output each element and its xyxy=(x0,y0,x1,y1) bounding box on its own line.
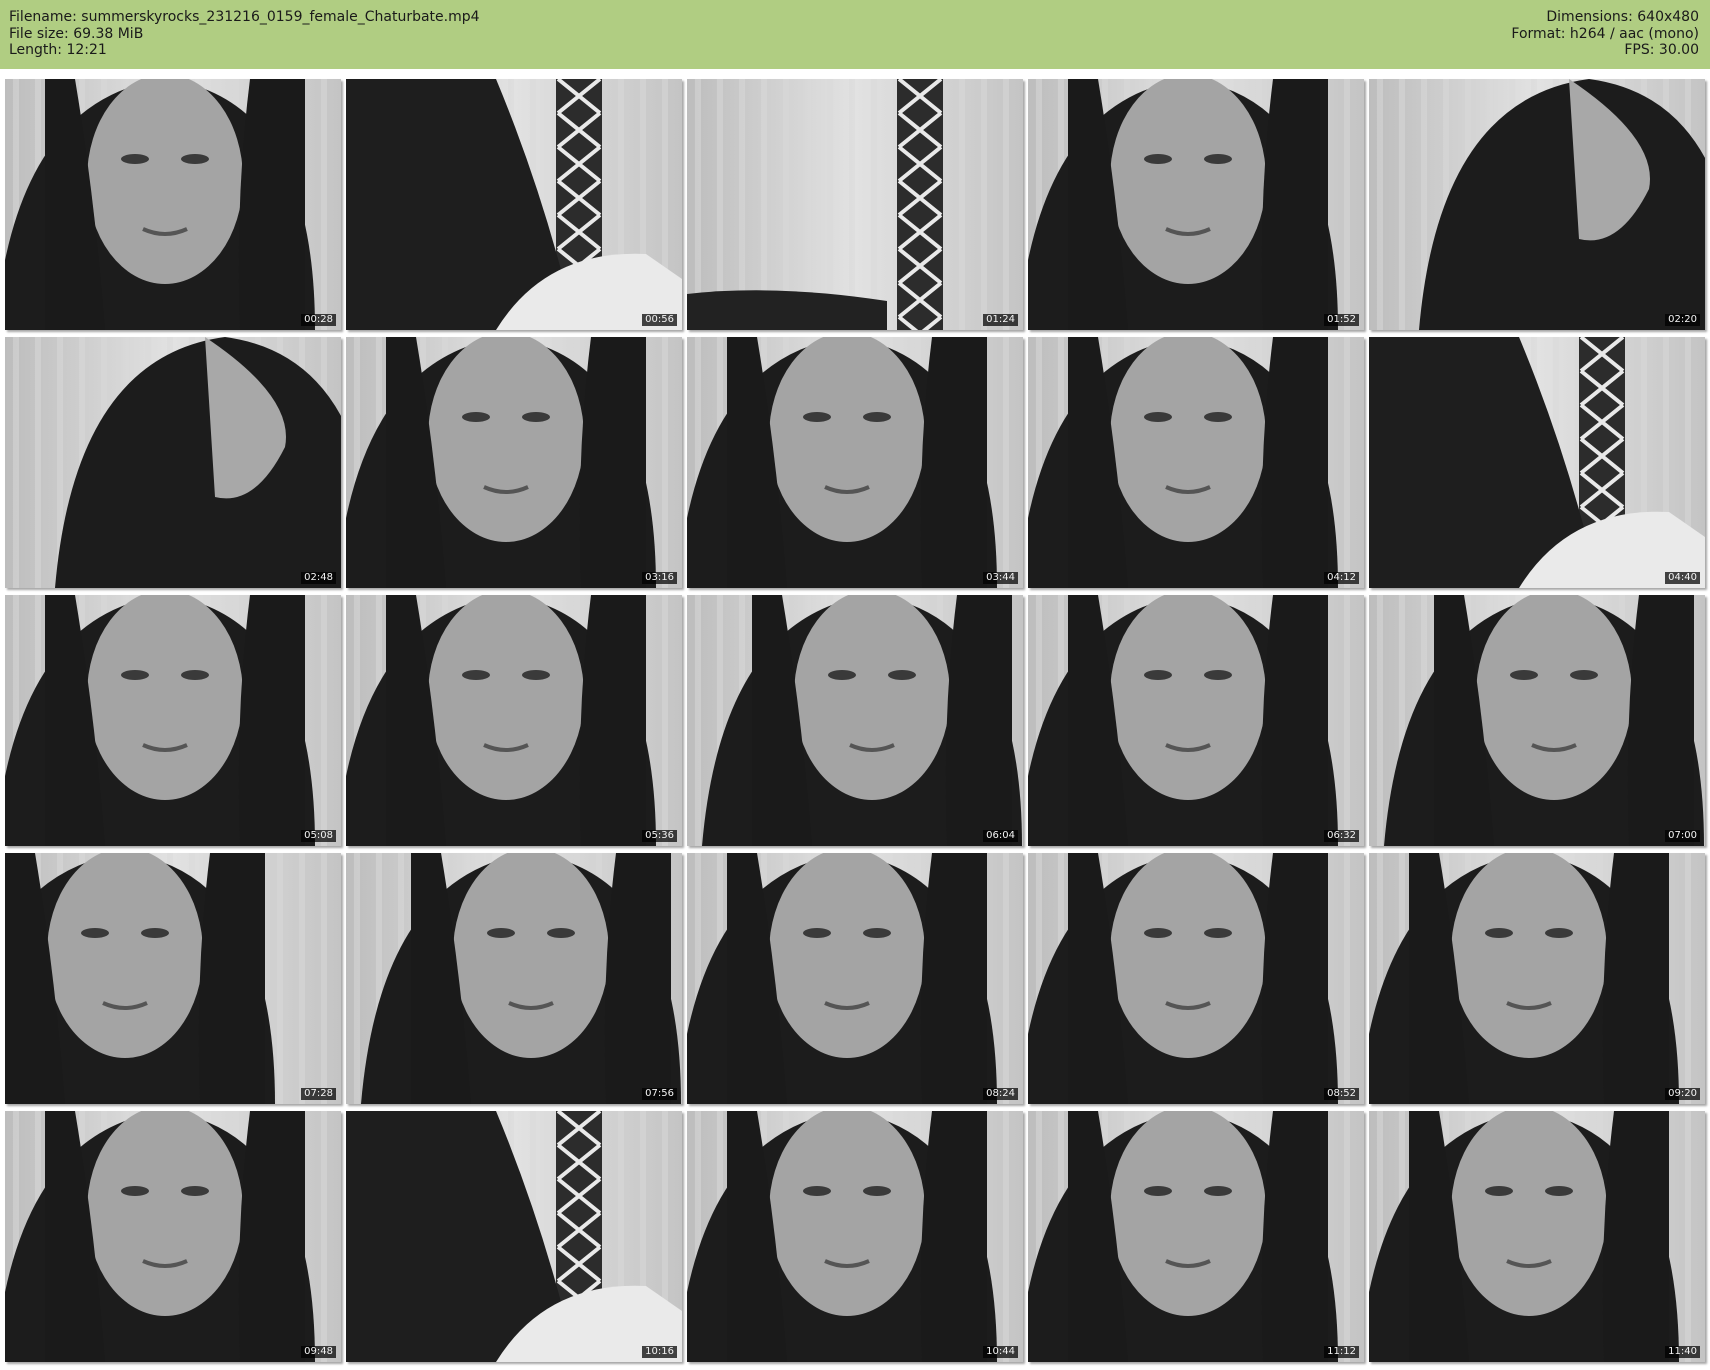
timestamp-label: 04:40 xyxy=(1665,572,1700,584)
thumbnail-frame: 08:24 xyxy=(687,853,1023,1104)
timestamp-label: 06:04 xyxy=(983,830,1018,842)
timestamp-label: 05:36 xyxy=(642,830,677,842)
frame-image xyxy=(687,79,1023,330)
timestamp-label: 01:52 xyxy=(1324,314,1359,326)
frame-image xyxy=(1369,595,1705,846)
thumbnail-frame: 07:56 xyxy=(346,853,682,1104)
timestamp-label: 07:00 xyxy=(1665,830,1700,842)
timestamp-label: 05:08 xyxy=(301,830,336,842)
frame-image xyxy=(1028,79,1364,330)
filesize-text: File size: 69.38 MiB xyxy=(9,25,144,42)
thumbnail-frame: 10:44 xyxy=(687,1111,1023,1362)
timestamp-label: 02:20 xyxy=(1665,314,1700,326)
thumbnail-frame: 07:28 xyxy=(5,853,341,1104)
timestamp-label: 03:44 xyxy=(983,572,1018,584)
thumbnail-frame: 07:00 xyxy=(1369,595,1705,846)
thumbnail-frame: 11:12 xyxy=(1028,1111,1364,1362)
frame-image xyxy=(1028,595,1364,846)
fps-text: FPS: 30.00 xyxy=(1624,42,1699,58)
thumbnail-frame: 05:08 xyxy=(5,595,341,846)
thumbnail-frame: 11:40 xyxy=(1369,1111,1705,1362)
thumbnail-frame: 01:24 xyxy=(687,79,1023,330)
timestamp-label: 10:16 xyxy=(642,1346,677,1358)
frame-image xyxy=(346,79,682,330)
timestamp-label: 09:20 xyxy=(1665,1088,1700,1100)
frame-image xyxy=(1028,337,1364,588)
thumbnail-frame: 02:20 xyxy=(1369,79,1705,330)
frame-image xyxy=(1369,1111,1705,1362)
timestamp-label: 01:24 xyxy=(983,314,1018,326)
file-info-left: Filename: summerskyrocks_231216_0159_fem… xyxy=(9,9,480,59)
thumbnail-frame: 01:52 xyxy=(1028,79,1364,330)
frame-image xyxy=(346,337,682,588)
timestamp-label: 07:56 xyxy=(642,1088,677,1100)
thumbnail-frame: 05:36 xyxy=(346,595,682,846)
thumbnail-frame: 06:04 xyxy=(687,595,1023,846)
thumbnail-frame: 03:16 xyxy=(346,337,682,588)
frame-image xyxy=(5,853,341,1104)
timestamp-label: 11:40 xyxy=(1665,1346,1700,1358)
timestamp-label: 00:28 xyxy=(301,314,336,326)
frame-image xyxy=(1028,853,1364,1104)
frame-image xyxy=(346,853,682,1104)
frame-image xyxy=(687,337,1023,588)
frame-image xyxy=(346,595,682,846)
thumbnail-frame: 02:48 xyxy=(5,337,341,588)
file-info-right: Dimensions: 640x480 Format: h264 / aac (… xyxy=(1511,9,1699,59)
timestamp-label: 08:24 xyxy=(983,1088,1018,1100)
timestamp-label: 02:48 xyxy=(301,572,336,584)
thumbnail-frame: 08:52 xyxy=(1028,853,1364,1104)
timestamp-label: 10:44 xyxy=(983,1346,1018,1358)
thumbnail-frame: 00:28 xyxy=(5,79,341,330)
thumbnail-frame: 03:44 xyxy=(687,337,1023,588)
thumbnail-frame: 10:16 xyxy=(346,1111,682,1362)
timestamp-label: 11:12 xyxy=(1324,1346,1359,1358)
info-header: Filename: summerskyrocks_231216_0159_fem… xyxy=(0,0,1710,69)
frame-image xyxy=(346,1111,682,1362)
frame-image xyxy=(5,595,341,846)
timestamp-label: 04:12 xyxy=(1324,572,1359,584)
frame-image xyxy=(687,595,1023,846)
length-text: Length: 12:21 xyxy=(9,42,107,58)
timestamp-label: 09:48 xyxy=(301,1346,336,1358)
thumbnail-frame: 09:48 xyxy=(5,1111,341,1362)
frame-image xyxy=(1028,1111,1364,1362)
frame-image xyxy=(1369,79,1705,330)
thumbnail-frame: 06:32 xyxy=(1028,595,1364,846)
frame-image xyxy=(1369,337,1705,588)
dimensions-text: Dimensions: 640x480 xyxy=(1546,9,1699,25)
frame-image xyxy=(5,337,341,588)
timestamp-label: 08:52 xyxy=(1324,1088,1359,1100)
thumbnail-frame: 04:12 xyxy=(1028,337,1364,588)
thumbnail-frame: 00:56 xyxy=(346,79,682,330)
filename-text: Filename: summerskyrocks_231216_0159_fem… xyxy=(9,9,480,25)
timestamp-label: 06:32 xyxy=(1324,830,1359,842)
thumbnail-frame: 04:40 xyxy=(1369,337,1705,588)
frame-image xyxy=(687,853,1023,1104)
frame-image xyxy=(1369,853,1705,1104)
thumbnail-grid: 00:28 00:56 01:24 01:52 02:20 02:48 03:16 03:44… xyxy=(5,79,1705,1362)
frame-image xyxy=(5,79,341,330)
timestamp-label: 03:16 xyxy=(642,572,677,584)
frame-image xyxy=(687,1111,1023,1362)
frame-image xyxy=(5,1111,341,1362)
thumbnail-frame: 09:20 xyxy=(1369,853,1705,1104)
timestamp-label: 00:56 xyxy=(642,314,677,326)
timestamp-label: 07:28 xyxy=(301,1088,336,1100)
format-text: Format: h264 / aac (mono) xyxy=(1511,25,1699,42)
